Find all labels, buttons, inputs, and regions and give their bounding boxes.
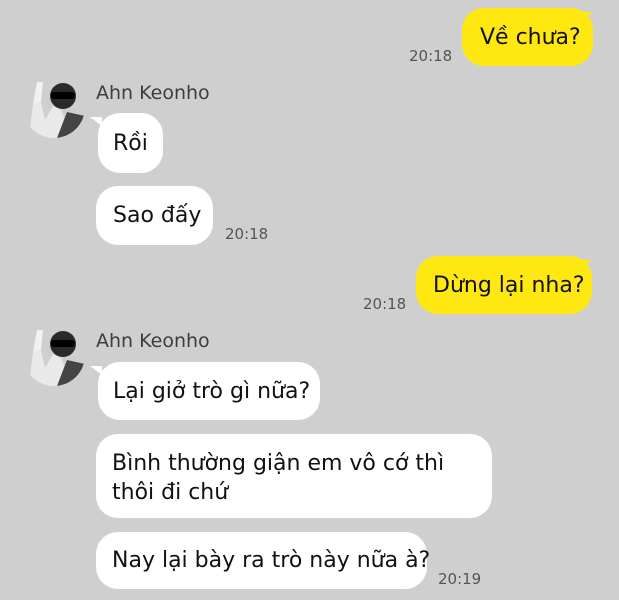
sender-name: Ahn Keonho [96, 330, 210, 352]
avatar-photo-icon [23, 76, 85, 138]
outgoing-message-bubble[interactable]: Về chưa? [462, 8, 593, 66]
message-time: 20:19 [438, 570, 482, 588]
contact-avatar[interactable] [23, 76, 85, 138]
incoming-message-bubble[interactable]: Lại giở trò gì nữa? [98, 362, 320, 420]
incoming-message-bubble[interactable]: Bình thường giận em vô cớ thì thôi đi ch… [96, 434, 492, 518]
message-text: Sao đấy [113, 203, 202, 228]
message-time: 20:18 [225, 225, 269, 243]
message-text: Lại giở trò gì nữa? [113, 379, 311, 404]
avatar-photo-icon [23, 324, 85, 386]
incoming-message-bubble[interactable]: Sao đấy [96, 186, 213, 245]
message-text: Về chưa? [480, 25, 581, 50]
incoming-message-bubble[interactable]: Nay lại bày ra trò này nữa à? [96, 532, 431, 589]
message-text: Dừng lại nha? [433, 273, 585, 298]
contact-avatar[interactable] [23, 324, 85, 386]
outgoing-message-bubble[interactable]: Dừng lại nha? [416, 256, 592, 314]
message-time: 20:18 [363, 295, 407, 313]
sender-name: Ahn Keonho [96, 82, 210, 104]
incoming-message-bubble[interactable]: Rồi [98, 113, 163, 173]
message-time: 20:18 [409, 47, 453, 65]
message-text: Bình thường giận em vô cớ thì thôi đi ch… [112, 451, 445, 505]
message-text: Nay lại bày ra trò này nữa à? [112, 548, 431, 573]
message-text: Rồi [113, 131, 148, 156]
